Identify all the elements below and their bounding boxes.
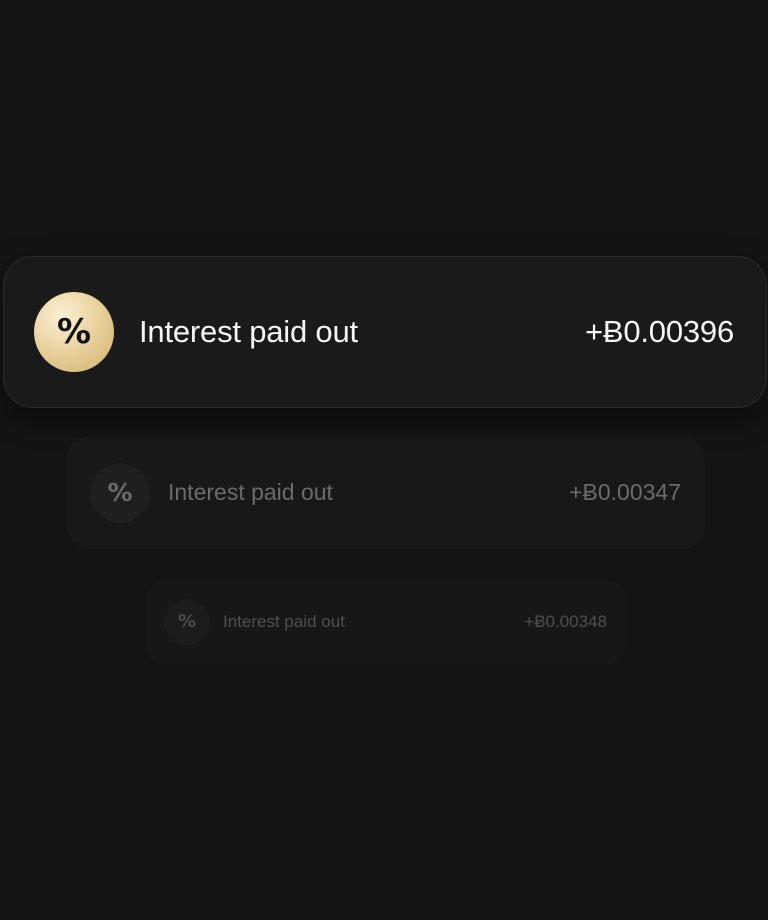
notification-amount: +Ƀ0.00396 xyxy=(584,314,734,349)
percent-icon-badge: % xyxy=(164,599,210,645)
notification-label: Interest paid out xyxy=(139,314,358,349)
percent-icon: % xyxy=(56,312,92,352)
notification-amount: +Ƀ0.00347 xyxy=(569,479,681,505)
notification-amount: +Ƀ0.00348 xyxy=(524,612,607,631)
notification-card-interest-primary[interactable]: % Interest paid out +Ƀ0.00396 xyxy=(3,256,767,408)
notification-label: Interest paid out xyxy=(223,612,345,631)
notification-label: Interest paid out xyxy=(168,479,333,505)
notification-card-interest-secondary[interactable]: % Interest paid out +Ƀ0.00347 xyxy=(67,436,705,549)
percent-icon-badge: % xyxy=(90,462,150,523)
percent-icon-badge: % xyxy=(34,292,114,372)
percent-icon: % xyxy=(107,478,133,507)
percent-icon: % xyxy=(177,611,197,632)
notification-card-interest-tertiary[interactable]: % Interest paid out +Ƀ0.00348 xyxy=(147,580,625,664)
